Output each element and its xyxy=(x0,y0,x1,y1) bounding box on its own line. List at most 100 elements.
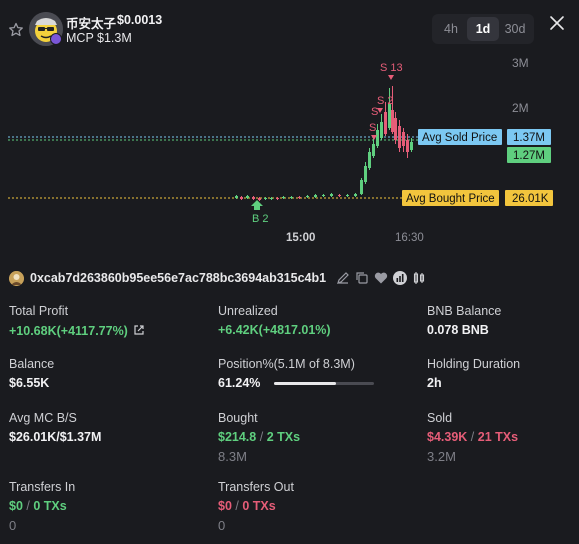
stat-label: Bought xyxy=(218,411,258,425)
holding-duration-value: 2h xyxy=(427,376,442,390)
candle xyxy=(282,197,285,198)
token-price: $0.0013 xyxy=(117,13,163,27)
wallet-address[interactable]: 0xcab7d263860b95ee56e7ac788bc3694ab315c4… xyxy=(30,271,326,285)
candle xyxy=(394,118,397,140)
candle xyxy=(290,197,293,198)
candle xyxy=(360,180,363,194)
sell-marker-s1: S xyxy=(371,106,378,118)
candle xyxy=(364,166,367,182)
candle xyxy=(246,196,249,198)
market-cap: MCP $1.3M xyxy=(66,31,132,45)
avg-sold-label: Avg Sold Price xyxy=(422,132,497,144)
candle xyxy=(410,142,413,150)
transfers-in-txs: 0 TXs xyxy=(33,499,67,513)
stat-holding-duration: Holding Duration 2h xyxy=(427,357,520,390)
position-progress-bar xyxy=(274,382,375,386)
timeframe-4h[interactable]: 4h xyxy=(435,17,467,41)
timeframe-30d[interactable]: 30d xyxy=(499,17,531,41)
separator: / xyxy=(259,430,264,444)
candle xyxy=(330,194,333,196)
candle xyxy=(398,126,401,148)
avg-mc-value: $26.01K/$1.37M xyxy=(9,430,102,444)
position-value: 61.24% xyxy=(218,376,261,390)
sold-tokens: 3.2M xyxy=(427,449,456,464)
heart-icon[interactable] xyxy=(373,270,389,286)
transfers-out-txs: 0 TXs xyxy=(242,499,276,513)
sell-marker-2: S 2 xyxy=(377,95,394,107)
close-icon[interactable] xyxy=(548,14,566,32)
candle xyxy=(368,152,371,168)
candle xyxy=(314,195,317,197)
candle xyxy=(258,198,261,200)
x-tick-1630: 16:30 xyxy=(395,232,424,244)
avg-bought-label: Avg Bought Price xyxy=(406,193,495,205)
stat-label: Sold xyxy=(427,411,453,425)
total-profit-value: +10.68K(+4117.77%) xyxy=(9,324,128,338)
stat-label: Avg MC B/S xyxy=(9,411,77,425)
stat-unrealized: Unrealized +6.42K(+4817.01%) xyxy=(218,304,331,337)
avg-sold-value: 1.37M xyxy=(513,132,545,144)
sell-marker-s2: S xyxy=(369,122,376,134)
stat-transfers-in: Transfers In $0 / 0 TXs 0 xyxy=(9,480,75,533)
candle xyxy=(376,130,379,146)
stat-avg-mc: Avg MC B/S $26.01K/$1.37M xyxy=(9,411,101,444)
edit-icon[interactable] xyxy=(335,270,351,286)
sell-arrow-icon xyxy=(388,75,394,80)
timeframe-selector: 4h 1d 30d xyxy=(432,14,534,44)
candle xyxy=(252,197,255,199)
current-value: 1.27M xyxy=(513,150,545,162)
transfers-out-amount: $0 xyxy=(218,499,232,513)
candle xyxy=(388,104,391,128)
stat-transfers-out: Transfers Out $0 / 0 TXs 0 xyxy=(218,480,294,533)
y-tick-3m: 3M xyxy=(512,56,529,70)
separator: / xyxy=(26,499,30,513)
candle xyxy=(306,196,309,197)
transfers-in-tokens: 0 xyxy=(9,518,17,533)
separator: / xyxy=(470,430,475,444)
unrealized-value: +6.42K(+4817.01%) xyxy=(218,323,331,337)
candle xyxy=(380,122,383,138)
y-tick-2m: 2M xyxy=(512,101,529,115)
timeframe-1d[interactable]: 1d xyxy=(467,17,499,41)
stat-label: Position%(5.1M of 8.3M) xyxy=(218,357,355,371)
candle xyxy=(338,195,341,196)
position-progress-fill xyxy=(274,382,336,386)
stat-label: Unrealized xyxy=(218,304,278,318)
candle xyxy=(322,195,325,196)
star-icon[interactable] xyxy=(8,22,24,38)
bnb-balance-value: 0.078 BNB xyxy=(427,323,489,337)
chart-icon[interactable] xyxy=(392,270,408,286)
stat-label: Transfers In xyxy=(9,480,76,494)
wallet-row: 0xcab7d263860b95ee56e7ac788bc3694ab315c4… xyxy=(9,268,427,288)
token-header: 币安太子 $0.0013 MCP $1.3M 4h 1d 30d xyxy=(0,0,579,52)
stat-bnb-balance: BNB Balance 0.078 BNB xyxy=(427,304,501,337)
bought-tokens: 8.3M xyxy=(218,449,247,464)
stat-bought: Bought $214.8 / 2 TXs 8.3M xyxy=(218,411,300,464)
transfers-in-amount: $0 xyxy=(9,499,23,513)
candles-icon[interactable] xyxy=(411,270,427,286)
buy-arrow-icon xyxy=(251,200,263,210)
candle xyxy=(298,197,301,198)
candle xyxy=(264,198,267,199)
stat-label: Total Profit xyxy=(9,304,69,318)
sold-txs: 21 TXs xyxy=(477,430,519,444)
stat-total-profit: Total Profit +10.68K(+4117.77%) xyxy=(9,304,146,338)
separator: / xyxy=(235,499,239,513)
stat-label: Balance xyxy=(9,357,55,371)
candle xyxy=(406,140,409,152)
price-chart[interactable]: 3M 2M S 13 S 2 S S B 2 Avg Sold Price 1.… xyxy=(0,52,579,250)
candle xyxy=(354,194,357,196)
transfers-out-tokens: 0 xyxy=(218,518,226,533)
stat-balance: Balance $6.55K xyxy=(9,357,54,390)
sell-marker-13: S 13 xyxy=(380,62,403,74)
candle xyxy=(384,112,387,134)
stat-position: Position%(5.1M of 8.3M) 61.24% xyxy=(218,357,375,390)
external-link-icon[interactable] xyxy=(132,323,146,337)
buy-marker: B 2 xyxy=(252,213,269,225)
bought-amount: $214.8 xyxy=(218,430,257,444)
copy-icon[interactable] xyxy=(354,270,370,286)
stat-sold: Sold $4.39K / 21 TXs 3.2M xyxy=(427,411,518,464)
candle xyxy=(346,195,349,196)
stat-label: Transfers Out xyxy=(218,480,294,494)
x-tick-1500: 15:00 xyxy=(286,232,315,244)
